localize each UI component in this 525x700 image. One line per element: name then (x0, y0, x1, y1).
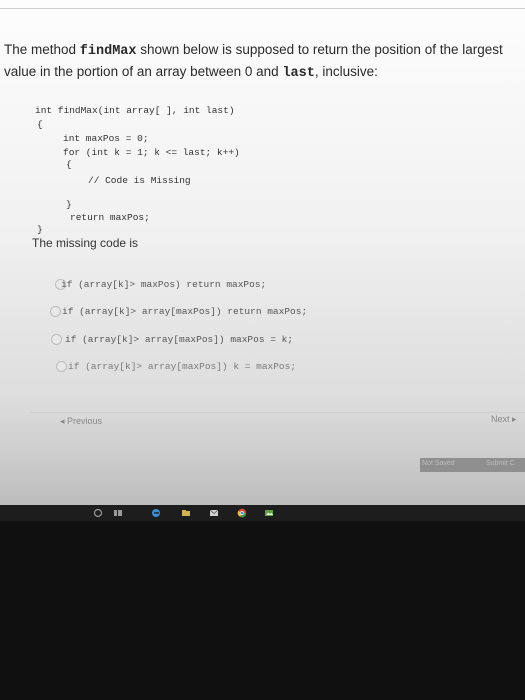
taskview-icon[interactable] (113, 508, 123, 518)
code-signature: int findMax(int array[ ], int last) (35, 105, 235, 116)
code-open-brace: { (37, 119, 43, 130)
question-text-part: shown below is supposed to return the po… (136, 42, 503, 57)
code-close-brace: } (37, 224, 43, 235)
question-text-part: The method (4, 42, 80, 57)
method-name: findMax (79, 44, 137, 59)
code-line: int maxPos = 0; (63, 133, 149, 144)
dark-bezel (0, 521, 525, 700)
answer-option-2[interactable]: if (array[k]> array[maxPos]) return maxP… (30, 300, 520, 322)
taskbar (0, 505, 525, 521)
browser-viewport: The method findMax shown below is suppos… (0, 0, 525, 505)
variable-name: last (282, 66, 315, 81)
code-return: return maxPos; (70, 212, 150, 223)
option-text: if (array[k]> maxPos) return maxPos; (61, 278, 267, 290)
chrome-icon[interactable] (237, 508, 247, 518)
question-text-part: value in the portion of an array between… (4, 64, 283, 79)
save-status: Not Saved (422, 460, 455, 467)
top-divider (0, 8, 525, 9)
option-text: if (array[k]> array[maxPos]) k = maxPos; (68, 360, 297, 372)
explorer-icon[interactable] (181, 508, 191, 518)
submit-button[interactable]: Submit C (486, 460, 515, 467)
code-line: { (66, 159, 72, 170)
ask-icon[interactable] (93, 508, 103, 518)
radio-button[interactable] (51, 333, 62, 345)
missing-code-label: The missing code is (32, 236, 139, 250)
radio-button[interactable] (56, 360, 67, 372)
nav-divider (30, 412, 525, 413)
answer-option-4[interactable]: if (array[k]> array[maxPos]) k = maxPos; (30, 355, 520, 377)
previous-button[interactable]: ◂ Previous (60, 416, 102, 427)
answer-option-3[interactable]: if (array[k]> array[maxPos]) maxPos = k; (30, 328, 520, 350)
option-text: if (array[k]> array[maxPos]) maxPos = k; (65, 333, 294, 345)
next-button[interactable]: Next ▸ (491, 414, 517, 425)
code-line: } (66, 199, 72, 210)
question-text-part: , inclusive: (314, 64, 378, 79)
edge-icon[interactable] (151, 508, 161, 518)
question-text: The method findMax shown below is suppos… (4, 40, 519, 84)
option-text: if (array[k]> array[maxPos]) return maxP… (62, 305, 308, 317)
mail-icon[interactable] (209, 508, 219, 518)
radio-button[interactable] (50, 305, 61, 317)
code-line: for (int k = 1; k <= last; k++) (63, 147, 240, 158)
answer-option-1[interactable]: if (array[k]> maxPos) return maxPos; (30, 273, 520, 295)
photos-icon[interactable] (264, 508, 274, 518)
code-comment: // Code is Missing (88, 175, 191, 186)
